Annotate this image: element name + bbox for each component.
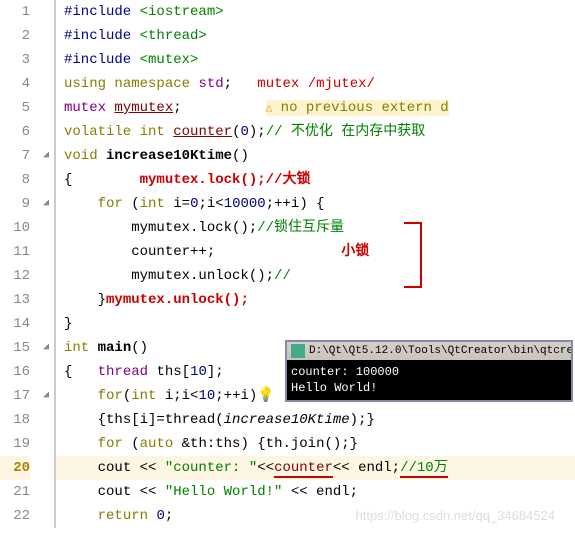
code-line: mutex mymutex; △ no previous extern d: [54, 96, 575, 120]
code-line: {ths[i]=thread(increase10Ktime);}: [54, 408, 575, 432]
bulb-icon[interactable]: 💡: [257, 388, 274, 404]
code-line-current: cout << "counter: "<<counter<< endl;//10…: [54, 456, 575, 480]
code-line: { mymutex.lock();//大锁: [54, 168, 575, 192]
code-line: for (int i=0;i<10000;++i) {: [54, 192, 575, 216]
red-bracket-annotation: [404, 222, 422, 288]
warning-text: no previous extern d: [272, 100, 448, 116]
code-editor[interactable]: 12345678910111213141516171819202122 ◢◢◢◢…: [0, 0, 575, 528]
code-area[interactable]: #include <iostream> #include <thread> #i…: [54, 0, 575, 528]
code-line: mymutex.unlock();//: [54, 264, 575, 288]
watermark: https://blog.csdn.net/qq_34684524: [356, 508, 556, 523]
console-window[interactable]: D:\Qt\Qt5.12.0\Tools\QtCreator\bin\qtcre…: [285, 340, 573, 402]
annotation-red: mutex /mjutex/: [257, 76, 375, 92]
console-titlebar[interactable]: D:\Qt\Qt5.12.0\Tools\QtCreator\bin\qtcre…: [287, 342, 571, 360]
annotation-big-lock: mymutex.lock();//大锁: [140, 172, 311, 188]
code-line: mymutex.lock();//锁住互斥量: [54, 216, 575, 240]
annotation-unlock: mymutex.unlock();: [106, 292, 249, 308]
code-line: }mymutex.unlock();: [54, 288, 575, 312]
console-output: counter: 100000 Hello World!: [287, 360, 571, 400]
console-line: counter: 100000: [291, 364, 567, 380]
code-line: for (auto &th:ths) {th.join();}: [54, 432, 575, 456]
fold-gutter[interactable]: ◢◢◢◢: [38, 0, 54, 528]
code-line: #include <thread>: [54, 24, 575, 48]
code-line: void increase10Ktime(): [54, 144, 575, 168]
line-number-gutter: 12345678910111213141516171819202122: [0, 0, 38, 528]
console-icon: [291, 344, 305, 358]
code-line: counter++; 小锁: [54, 240, 575, 264]
code-line: volatile int counter(0);// 不优化 在内存中获取: [54, 120, 575, 144]
annotation-small-lock: 小锁: [341, 244, 369, 260]
code-line: cout << "Hello World!" << endl;: [54, 480, 575, 504]
console-title-text: D:\Qt\Qt5.12.0\Tools\QtCreator\bin\qtcre…: [309, 345, 571, 357]
code-line: using namespace std; mutex /mjutex/: [54, 72, 575, 96]
code-line: #include <mutex>: [54, 48, 575, 72]
code-line: }: [54, 312, 575, 336]
code-line: #include <iostream>: [54, 0, 575, 24]
console-line: Hello World!: [291, 380, 567, 396]
